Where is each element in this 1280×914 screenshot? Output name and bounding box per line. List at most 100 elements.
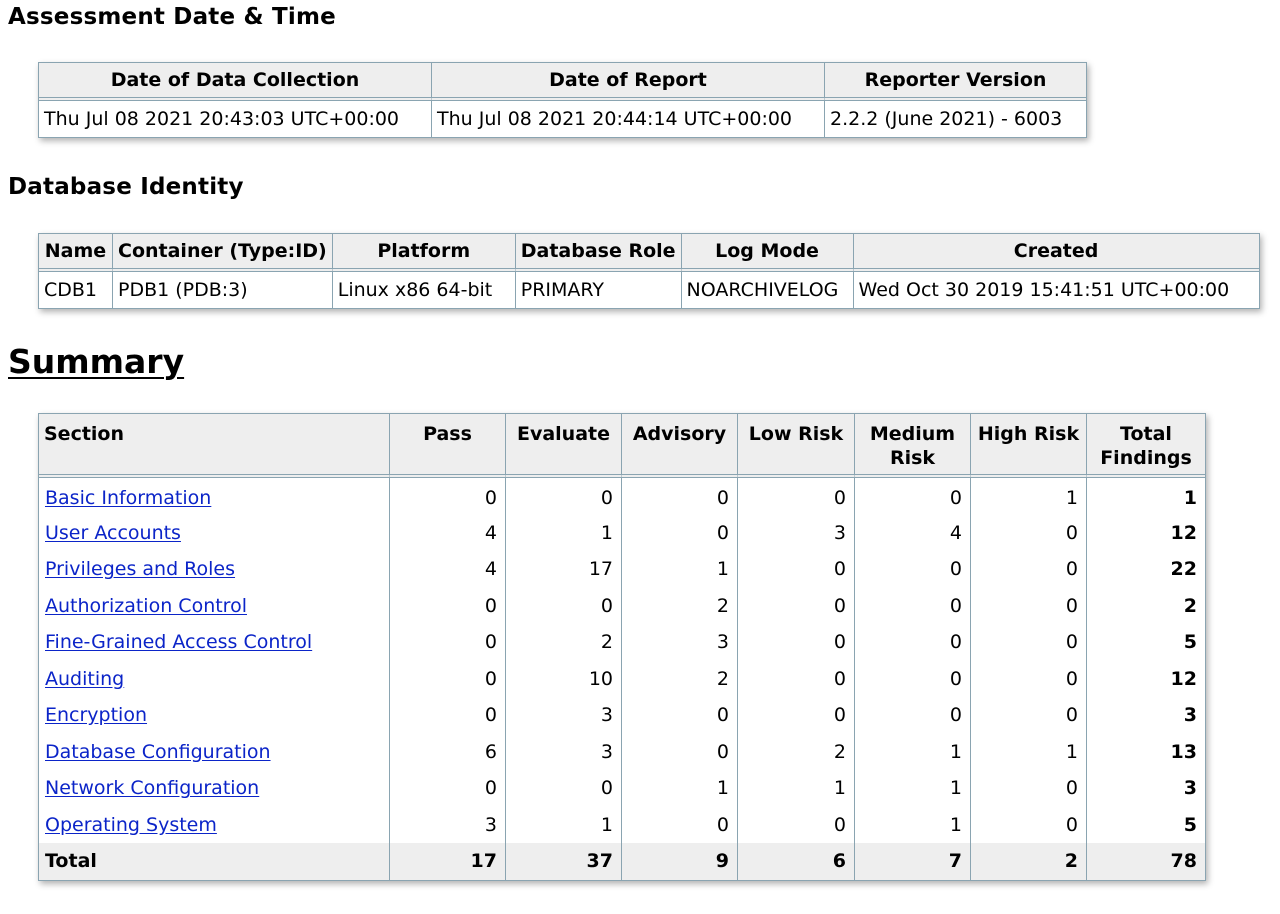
col-header: Created (853, 234, 1259, 272)
count-cell: 0 (622, 733, 738, 770)
total-findings-cell: 3 (1087, 770, 1205, 807)
section-cell: Basic Information (39, 478, 390, 515)
assessment-heading: Assessment Date & Time (8, 4, 336, 30)
col-header-low-risk: Low Risk (738, 414, 855, 478)
col-header-advisory: Advisory (622, 414, 738, 478)
count-cell: 0 (971, 806, 1087, 843)
total-cell: 37 (506, 843, 622, 880)
count-cell: 0 (390, 770, 506, 807)
count-cell: 0 (971, 697, 1087, 734)
section-cell: Fine-Grained Access Control (39, 624, 390, 661)
count-cell: 0 (971, 551, 1087, 588)
total-findings-cell: 12 (1087, 514, 1205, 551)
count-cell: 1 (622, 551, 738, 588)
summary-row-database-configuration: Database Configuration 6 3 0 2 1 1 13 (39, 733, 1205, 770)
count-cell: 0 (738, 660, 855, 697)
count-cell: 4 (855, 514, 971, 551)
count-cell: 3 (506, 697, 622, 734)
count-cell: 0 (506, 770, 622, 807)
count-cell: 1 (855, 770, 971, 807)
col-header-evaluate: Evaluate (506, 414, 622, 478)
count-cell: 1 (738, 770, 855, 807)
section-link-operating-system[interactable]: Operating System (45, 814, 217, 836)
summary-row-basic-information: Basic Information 0 0 0 0 0 1 1 (39, 478, 1205, 515)
count-cell: 0 (390, 660, 506, 697)
count-cell: 0 (971, 660, 1087, 697)
count-cell: 0 (855, 660, 971, 697)
col-header: Reporter Version (825, 63, 1086, 101)
count-cell: 3 (738, 514, 855, 551)
col-header: Platform (332, 234, 516, 272)
col-header-pass: Pass (390, 414, 506, 478)
container: PDB1 (PDB:3) (113, 272, 333, 308)
col-header: Database Role (515, 234, 682, 272)
col-header: Log Mode (681, 234, 854, 272)
count-cell: 3 (390, 806, 506, 843)
count-cell: 1 (506, 514, 622, 551)
section-cell: Network Configuration (39, 770, 390, 807)
summary-row-encryption: Encryption 0 3 0 0 0 0 3 (39, 697, 1205, 734)
count-cell: 0 (390, 478, 506, 515)
section-link-network-configuration[interactable]: Network Configuration (45, 777, 259, 799)
count-cell: 0 (971, 514, 1087, 551)
count-cell: 0 (738, 587, 855, 624)
report-date: Thu Jul 08 2021 20:44:14 UTC+00:00 (432, 101, 825, 137)
total-label: Total (39, 843, 390, 880)
section-cell: Auditing (39, 660, 390, 697)
count-cell: 0 (738, 624, 855, 661)
summary-row-fine-grained-access-control: Fine-Grained Access Control 0 2 3 0 0 0 5 (39, 624, 1205, 661)
summary-row-user-accounts: User Accounts 4 1 0 3 4 0 12 (39, 514, 1205, 551)
total-findings-cell: 5 (1087, 624, 1205, 661)
db-name: CDB1 (39, 272, 113, 308)
section-link-auditing[interactable]: Auditing (45, 668, 124, 690)
col-header: Date of Data Collection (39, 63, 432, 101)
col-header-section: Section (39, 414, 390, 478)
count-cell: 0 (506, 587, 622, 624)
section-link-database-configuration[interactable]: Database Configuration (45, 741, 271, 763)
count-cell: 0 (738, 806, 855, 843)
count-cell: 2 (622, 660, 738, 697)
section-cell: Operating System (39, 806, 390, 843)
col-header: Date of Report (432, 63, 825, 101)
section-link-user-accounts[interactable]: User Accounts (45, 522, 181, 544)
section-link-privileges-and-roles[interactable]: Privileges and Roles (45, 558, 235, 580)
section-link-encryption[interactable]: Encryption (45, 704, 147, 726)
collection-date: Thu Jul 08 2021 20:43:03 UTC+00:00 (39, 101, 432, 137)
section-link-basic-information[interactable]: Basic Information (45, 487, 211, 509)
total-findings-cell: 22 (1087, 551, 1205, 588)
identity-heading: Database Identity (8, 174, 244, 200)
count-cell: 1 (971, 478, 1087, 515)
count-cell: 0 (390, 697, 506, 734)
platform: Linux x86 64-bit (332, 272, 516, 308)
count-cell: 1 (855, 806, 971, 843)
identity-header-row: Name Container (Type:ID) Platform Databa… (39, 234, 1259, 272)
count-cell: 2 (506, 624, 622, 661)
count-cell: 1 (855, 733, 971, 770)
section-cell: Privileges and Roles (39, 551, 390, 588)
assessment-table: Date of Data Collection Date of Report R… (38, 62, 1087, 138)
identity-table: Name Container (Type:ID) Platform Databa… (38, 233, 1260, 309)
col-header: Container (Type:ID) (113, 234, 333, 272)
count-cell: 2 (738, 733, 855, 770)
summary-total-row: Total 17 37 9 6 7 2 78 (39, 843, 1205, 880)
total-cell: 2 (971, 843, 1087, 880)
total-cell: 78 (1087, 843, 1205, 880)
count-cell: 1 (971, 733, 1087, 770)
count-cell: 4 (390, 551, 506, 588)
summary-header-row: Section Pass Evaluate Advisory Low Risk … (39, 414, 1205, 478)
count-cell: 0 (622, 514, 738, 551)
section-link-fine-grained-access-control[interactable]: Fine-Grained Access Control (45, 631, 312, 653)
count-cell: 0 (738, 478, 855, 515)
count-cell: 0 (622, 697, 738, 734)
count-cell: 0 (855, 551, 971, 588)
count-cell: 0 (855, 624, 971, 661)
assessment-row: Thu Jul 08 2021 20:43:03 UTC+00:00 Thu J… (39, 101, 1086, 137)
section-cell: Database Configuration (39, 733, 390, 770)
section-link-authorization-control[interactable]: Authorization Control (45, 595, 247, 617)
col-header-total-findings: Total Findings (1087, 414, 1205, 478)
section-cell: User Accounts (39, 514, 390, 551)
total-cell: 17 (390, 843, 506, 880)
count-cell: 0 (971, 587, 1087, 624)
count-cell: 2 (622, 587, 738, 624)
summary-body: Basic Information 0 0 0 0 0 1 1 User Accounts 4 1 0… (39, 478, 1205, 880)
